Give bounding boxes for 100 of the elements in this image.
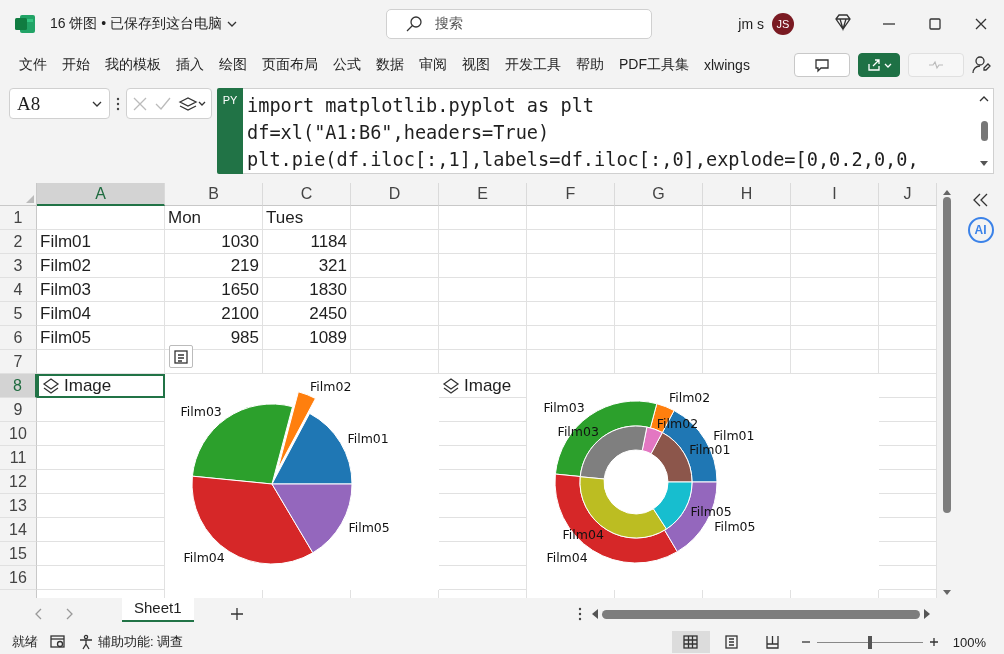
- checkmark-icon[interactable]: [155, 95, 171, 112]
- activity-button[interactable]: [908, 53, 964, 77]
- formula-editor[interactable]: import matplotlib.pyplot as plt df=xl("A1:B6",headers=True) plt.pie(df.iloc[:,1],labels=df.iloc[:,0],explode=[0,0.2,0,0,: [243, 88, 994, 174]
- table-cell[interactable]: [439, 278, 527, 302]
- table-cell[interactable]: Film02: [37, 254, 165, 278]
- row-header[interactable]: 5: [0, 302, 37, 326]
- macro-record-icon[interactable]: [50, 635, 66, 649]
- table-cell[interactable]: [615, 254, 703, 278]
- chevron-right-icon[interactable]: [64, 608, 74, 620]
- ribbon-tab[interactable]: 文件: [19, 56, 47, 74]
- row-header[interactable]: 7: [0, 350, 37, 374]
- share-button[interactable]: [858, 53, 900, 77]
- table-cell[interactable]: [791, 278, 879, 302]
- row-header[interactable]: 4: [0, 278, 37, 302]
- layers-icon[interactable]: [177, 95, 206, 112]
- table-cell[interactable]: 1830: [263, 278, 351, 302]
- table-cell[interactable]: [703, 302, 791, 326]
- column-header[interactable]: G: [615, 183, 703, 206]
- ribbon-tab[interactable]: PDF工具集: [619, 56, 689, 74]
- column-header[interactable]: F: [527, 183, 615, 206]
- row-header[interactable]: 2: [0, 230, 37, 254]
- app-icon[interactable]: [14, 13, 36, 35]
- table-cell[interactable]: [439, 230, 527, 254]
- table-cell[interactable]: [615, 230, 703, 254]
- grid-view-button[interactable]: [671, 631, 710, 653]
- table-cell[interactable]: [527, 278, 615, 302]
- ribbon-tab[interactable]: 开发工具: [505, 56, 561, 74]
- table-cell[interactable]: 2100: [165, 302, 263, 326]
- scrollbar-thumb[interactable]: [601, 609, 920, 619]
- table-cell[interactable]: [439, 326, 527, 350]
- column-header[interactable]: E: [439, 183, 527, 206]
- ribbon-tab[interactable]: 数据: [376, 56, 404, 74]
- slider-thumb[interactable]: [867, 635, 872, 649]
- table-cell[interactable]: [527, 254, 615, 278]
- table-cell[interactable]: [703, 326, 791, 350]
- table-cell[interactable]: [703, 230, 791, 254]
- collapse-icon[interactable]: [971, 193, 990, 207]
- row-header[interactable]: 8: [0, 374, 37, 398]
- ribbon-tab[interactable]: 页面布局: [262, 56, 318, 74]
- more-icon[interactable]: [577, 607, 582, 621]
- ribbon-tab[interactable]: 开始: [62, 56, 90, 74]
- scroll-down-icon[interactable]: [979, 160, 989, 167]
- table-cell[interactable]: Film03: [37, 278, 165, 302]
- comments-button[interactable]: [794, 53, 850, 77]
- table-cell[interactable]: 1030: [165, 230, 263, 254]
- table-cell[interactable]: [439, 302, 527, 326]
- table-cell[interactable]: [527, 230, 615, 254]
- table-cell[interactable]: 2450: [263, 302, 351, 326]
- ribbon-tab[interactable]: xlwings: [704, 57, 750, 73]
- table-cell[interactable]: [615, 206, 703, 230]
- table-cell[interactable]: [615, 302, 703, 326]
- table-cell[interactable]: [791, 230, 879, 254]
- table-cell[interactable]: [703, 254, 791, 278]
- column-header[interactable]: B: [165, 183, 263, 206]
- row-header[interactable]: 9: [0, 398, 37, 422]
- table-cell[interactable]: [527, 206, 615, 230]
- cancel-icon[interactable]: [132, 95, 149, 112]
- accessibility-button[interactable]: 辅助功能: 调查: [78, 633, 184, 651]
- row-header[interactable]: [0, 590, 37, 598]
- table-cell[interactable]: Film04: [37, 302, 165, 326]
- add-sheet-icon[interactable]: [229, 607, 244, 621]
- user-avatar[interactable]: JS: [772, 13, 794, 35]
- row-header[interactable]: 11: [0, 446, 37, 470]
- table-cell[interactable]: [791, 206, 879, 230]
- table-cell[interactable]: [439, 206, 527, 230]
- table-cell[interactable]: [351, 230, 439, 254]
- zoom-in-icon[interactable]: [928, 637, 939, 647]
- table-cell[interactable]: [351, 302, 439, 326]
- ribbon-tab[interactable]: 公式: [333, 56, 361, 74]
- scroll-up-icon[interactable]: [979, 95, 989, 102]
- table-cell[interactable]: [615, 326, 703, 350]
- chevron-left-icon[interactable]: [34, 608, 44, 620]
- table-cell[interactable]: Film01: [37, 230, 165, 254]
- table-cell[interactable]: Tues: [263, 206, 351, 230]
- row-header[interactable]: 14: [0, 518, 37, 542]
- column-header[interactable]: I: [791, 183, 879, 206]
- row-header[interactable]: 6: [0, 326, 37, 350]
- search-field[interactable]: 搜索: [386, 9, 653, 39]
- row-header[interactable]: 13: [0, 494, 37, 518]
- table-cell[interactable]: Mon: [165, 206, 263, 230]
- table-cell[interactable]: [791, 254, 879, 278]
- table-cell[interactable]: [351, 206, 439, 230]
- select-all-icon[interactable]: [26, 195, 34, 203]
- name-box[interactable]: A8: [9, 88, 110, 119]
- scroll-left-icon[interactable]: [591, 609, 598, 619]
- column-header[interactable]: C: [263, 183, 351, 206]
- table-cell[interactable]: [615, 278, 703, 302]
- chart-panel[interactable]: Film02 Film03 Film01 Film05 Film04: [165, 374, 439, 590]
- row-header[interactable]: 10: [0, 422, 37, 446]
- quick-insert-button[interactable]: [169, 345, 193, 368]
- table-cell[interactable]: [703, 278, 791, 302]
- row-header[interactable]: 16: [0, 566, 37, 590]
- ribbon-tab[interactable]: 审阅: [419, 56, 447, 74]
- table-cell[interactable]: [439, 350, 527, 374]
- table-cell[interactable]: 1184: [263, 230, 351, 254]
- table-cell[interactable]: [703, 206, 791, 230]
- table-cell[interactable]: Image: [37, 374, 165, 398]
- table-cell[interactable]: [527, 326, 615, 350]
- table-cell[interactable]: 1089: [263, 326, 351, 350]
- more-icon[interactable]: [116, 96, 120, 111]
